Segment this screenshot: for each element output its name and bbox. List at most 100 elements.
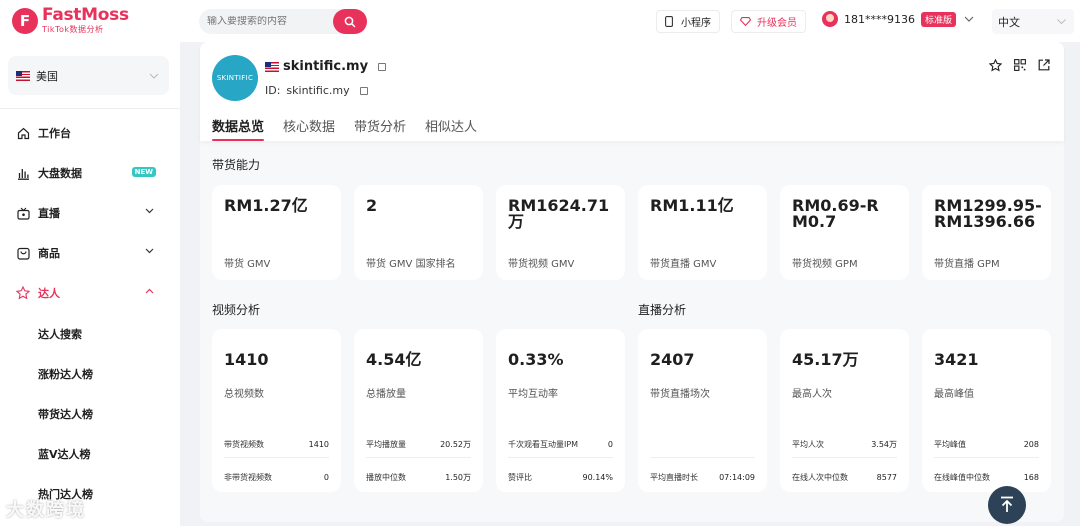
sidebar-item-workbench[interactable]: 工作台	[0, 115, 180, 151]
sub-metric-row: 平均人次 3.54万	[792, 436, 897, 452]
favorite-button[interactable]	[989, 59, 1002, 72]
search-button[interactable]	[333, 9, 367, 34]
metric-value: 4.54亿	[366, 350, 422, 369]
metric-card-total-views: 4.54亿 总播放量 平均播放量 20.52万 播放中位数 1.50万	[354, 329, 483, 492]
metric-label: 带货视频 GPM	[792, 259, 858, 270]
sidebar-subitem-sales-rank[interactable]: 带货达人榜	[38, 406, 93, 422]
country-select[interactable]: 美国	[8, 56, 169, 95]
sidebar-item-label: 直播	[38, 207, 60, 220]
diamond-icon	[740, 17, 751, 26]
metric-value: RM1.11亿	[650, 196, 734, 215]
sub-metric-row: 平均播放量 20.52万	[366, 436, 471, 452]
creator-id-value: skintific.my	[286, 84, 350, 97]
miniapp-button[interactable]: 小程序	[656, 10, 720, 33]
bar-chart-icon	[17, 168, 29, 180]
home-icon	[17, 127, 29, 139]
creator-id-row: ID: skintific.my	[265, 84, 368, 97]
malaysia-flag-icon	[265, 61, 279, 72]
metric-value: 3421	[934, 350, 979, 369]
section-title-live: 直播分析	[638, 303, 687, 317]
sub-metric-row: 千次观看互动量IPM 0	[508, 436, 613, 452]
metric-card-total-videos: 1410 总视频数 带货视频数 1410 非带货视频数 0	[212, 329, 341, 492]
metric-value: RM1624.71万	[508, 196, 610, 231]
qr-code-icon	[1014, 59, 1026, 71]
metric-label: 总播放量	[366, 389, 406, 400]
sub-metric-row: 平均峰值 208	[934, 436, 1039, 452]
copy-icon[interactable]	[378, 62, 387, 71]
sub-metric-value: 168	[1023, 472, 1039, 482]
new-badge: NEW	[131, 167, 156, 177]
tab-similar-creators[interactable]: 相似达人	[425, 116, 477, 141]
creator-id-label: ID:	[265, 84, 281, 97]
sub-metric-value: 0	[607, 439, 613, 449]
divider	[934, 457, 1039, 458]
metric-value: 0.33%	[508, 350, 564, 369]
sub-metric-label: 平均播放量	[366, 439, 406, 449]
metric-card-video-gpm: RM0.69-RM0.7 带货视频 GPM	[780, 185, 909, 280]
metric-label: 带货直播场次	[650, 389, 710, 400]
sidebar-subitem-follower-growth-rank[interactable]: 涨粉达人榜	[38, 366, 93, 382]
live-tv-icon	[16, 207, 30, 220]
sidebar-item-label: 商品	[38, 247, 60, 260]
sidebar-item-products[interactable]: 商品	[0, 235, 180, 271]
app-logo[interactable]: F FastMoss TikTok数据分析	[12, 7, 129, 34]
us-flag-icon	[16, 70, 30, 81]
sub-metric-label: 带货视频数	[224, 439, 264, 449]
sub-metric-label: 平均直播时长	[650, 472, 698, 482]
language-select[interactable]: 中文	[992, 9, 1074, 34]
chevron-down-icon	[149, 73, 159, 79]
upgrade-button[interactable]: 升级会员	[731, 10, 806, 33]
tab-sales-analysis[interactable]: 带货分析	[354, 116, 406, 141]
divider	[508, 457, 613, 458]
metric-card-max-viewers: 45.17万 最高人次 平均人次 3.54万 在线人次中位数 8577	[780, 329, 909, 492]
sub-metric-row: 播放中位数 1.50万	[366, 469, 471, 485]
language-value: 中文	[998, 15, 1020, 29]
tab-overview[interactable]: 数据总览	[212, 116, 265, 141]
phone-icon	[665, 16, 673, 27]
sub-metric-row: 赞评比 90.14%	[508, 469, 613, 485]
profile-tabs: 数据总览 核心数据 带货分析 相似达人	[212, 116, 496, 141]
divider	[366, 457, 471, 458]
metric-card-gmv-country-rank: 2 带货 GMV 国家排名	[354, 185, 483, 280]
arrow-up-icon	[1001, 496, 1013, 512]
user-menu[interactable]: 181****9136 标准版	[822, 11, 974, 27]
metric-label: 带货直播 GMV	[650, 259, 717, 270]
sidebar-item-creators[interactable]: 达人	[0, 275, 180, 311]
divider	[224, 457, 329, 458]
app-subtitle: TikTok数据分析	[42, 25, 104, 34]
sub-metric-value: 07:14:09	[719, 472, 755, 482]
sidebar-item-live[interactable]: 直播	[0, 195, 180, 231]
tab-core-data[interactable]: 核心数据	[283, 116, 335, 141]
qr-code-button[interactable]	[1014, 59, 1026, 72]
open-external-button[interactable]	[1038, 59, 1050, 72]
sub-metric-label: 千次观看互动量IPM	[508, 439, 579, 449]
sidebar-item-market-data[interactable]: 大盘数据 NEW	[0, 155, 180, 191]
metric-value: 1410	[224, 350, 269, 369]
miniapp-label: 小程序	[681, 18, 711, 29]
metric-value: RM0.69-RM0.7	[792, 196, 879, 231]
sub-metric-label: 平均峰值	[934, 439, 966, 449]
star-icon	[16, 286, 30, 300]
sub-metric-label: 在线峰值中位数	[934, 472, 990, 482]
sub-metric-value: 1410	[308, 439, 329, 449]
chevron-down-icon	[145, 208, 154, 214]
metric-label: 带货 GMV 国家排名	[366, 259, 456, 270]
metric-card-live-sessions: 2407 带货直播场次 平均直播时长 07:14:09	[638, 329, 767, 492]
divider	[650, 457, 755, 458]
creator-name-row: skintific.my	[265, 59, 387, 74]
sub-metric-value: 90.14%	[582, 472, 613, 482]
sub-metric-value: 20.52万	[440, 439, 471, 449]
shopping-bag-icon	[16, 247, 30, 260]
country-value: 美国	[36, 69, 58, 83]
sub-metric-label: 平均人次	[792, 439, 824, 449]
sub-metric-value: 1.50万	[445, 472, 471, 482]
sub-metric-row: 在线人次中位数 8577	[792, 469, 897, 485]
search-input[interactable]	[199, 16, 329, 27]
search-bar	[199, 9, 367, 34]
sidebar-subitem-blue-v-rank[interactable]: 蓝V达人榜	[38, 446, 91, 462]
sidebar-subitem-creator-search[interactable]: 达人搜索	[38, 326, 82, 342]
sub-metric-label: 在线人次中位数	[792, 472, 848, 482]
sub-metric-value: 8577	[876, 472, 897, 482]
copy-icon[interactable]	[359, 86, 368, 95]
back-to-top-button[interactable]	[988, 486, 1026, 524]
